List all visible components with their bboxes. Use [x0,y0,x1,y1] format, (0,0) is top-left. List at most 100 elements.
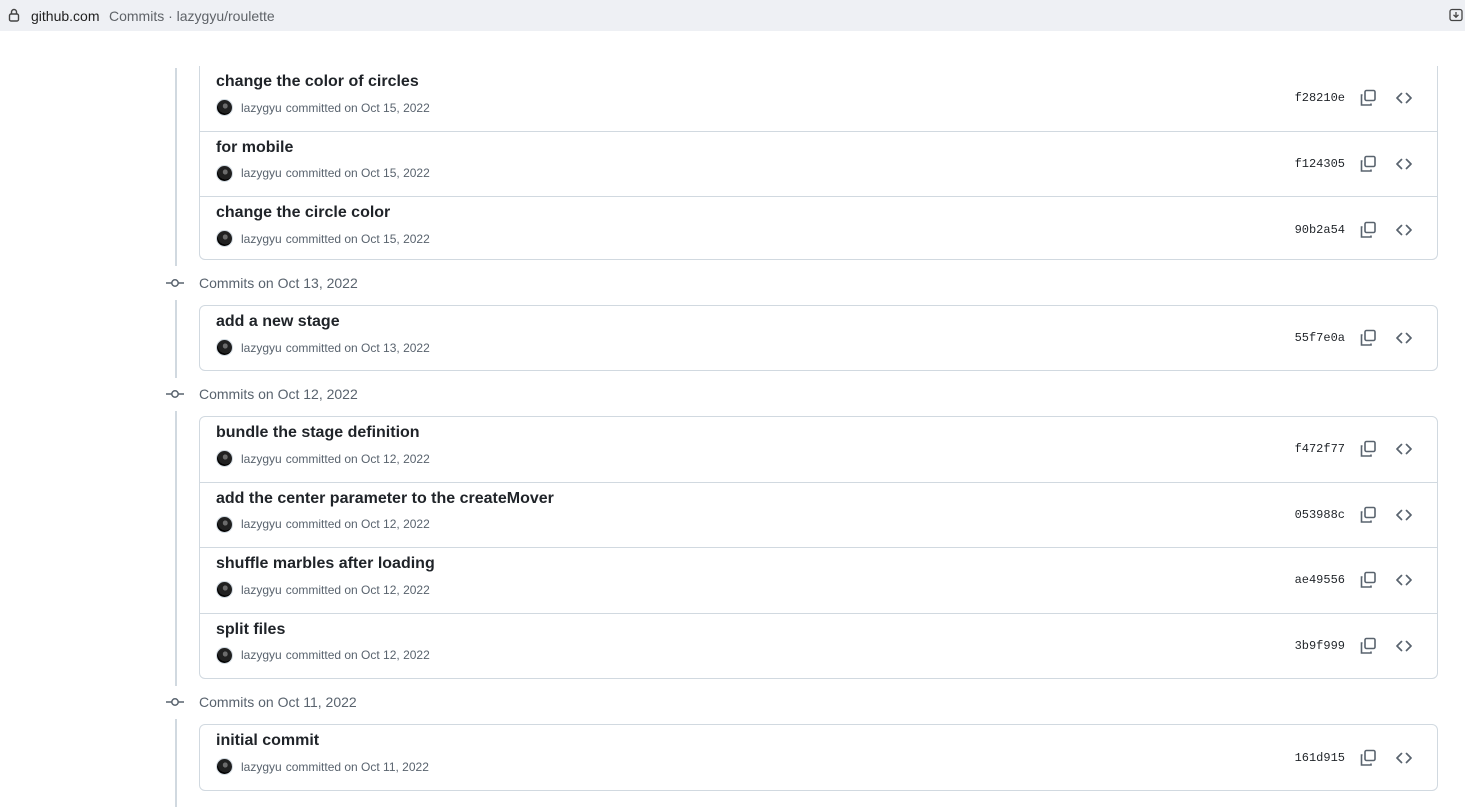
commit-group-title: Commits on Oct 11, 2022 [199,694,357,710]
install-icon[interactable] [1449,8,1463,22]
code-icon[interactable] [1395,89,1413,107]
copy-icon[interactable] [1359,571,1377,589]
avatar[interactable] [216,646,233,664]
commit-actions: 90b2a54 [1295,221,1413,239]
commit-title-link[interactable]: split files [216,621,285,639]
commit-meta: lazygyu committed on Oct 12, 2022 [216,581,430,598]
commit-list: initial commit lazygyu committed on Oct … [199,724,1438,791]
avatar[interactable] [216,515,233,533]
commit-sha-link[interactable]: 3b9f999 [1295,639,1345,653]
commit-date: committed on Oct 12, 2022 [285,648,430,662]
commit-actions: 161d915 [1295,749,1413,767]
author-link[interactable]: lazygyu [241,341,282,355]
timeline-line [175,300,177,378]
avatar[interactable] [216,164,233,182]
commit-actions: f124305 [1295,155,1413,173]
commit-row: add the center parameter to the createMo… [200,483,1437,548]
code-icon[interactable] [1395,440,1413,458]
commit-group-header: Commits on Oct 11, 2022 [166,692,357,712]
avatar[interactable] [216,581,233,598]
commit-actions: 55f7e0a [1295,329,1413,347]
commit-title-link[interactable]: bundle the stage definition [216,424,420,442]
avatar[interactable] [216,339,233,356]
commit-meta: lazygyu committed on Oct 15, 2022 [216,164,430,182]
commit-row: initial commit lazygyu committed on Oct … [200,725,1437,790]
commit-row: for mobile lazygyu committed on Oct 15, … [200,132,1437,197]
commit-title-link[interactable]: change the circle color [216,204,390,222]
commit-meta: lazygyu committed on Oct 15, 2022 [216,230,430,247]
commit-date: committed on Oct 11, 2022 [285,759,429,774]
copy-icon[interactable] [1359,637,1377,655]
commit-title-link[interactable]: add a new stage [216,313,340,331]
browser-address-bar[interactable]: github.com Commits · lazygyu/roulette [0,0,1465,31]
commit-meta: lazygyu committed on Oct 12, 2022 [216,646,430,664]
commit-title-link[interactable]: for mobile [216,139,293,157]
code-icon[interactable] [1395,155,1413,173]
commit-group-title: Commits on Oct 13, 2022 [199,275,358,291]
author-link[interactable]: lazygyu [241,232,282,246]
commit-title-link[interactable]: add the center parameter to the createMo… [216,490,554,508]
commit-actions: f472f77 [1295,440,1413,458]
copy-icon[interactable] [1359,89,1377,107]
commit-date: committed on Oct 15, 2022 [285,100,430,115]
code-icon[interactable] [1395,221,1413,239]
timeline-line [175,68,177,266]
commit-meta: lazygyu committed on Oct 11, 2022 [216,758,429,775]
git-commit-icon [166,390,184,398]
commit-date: committed on Oct 12, 2022 [285,582,430,597]
avatar[interactable] [216,758,233,775]
timeline-line [175,411,177,686]
git-commit-icon [166,698,184,706]
commit-sha-link[interactable]: f472f77 [1295,442,1345,456]
url-page-title[interactable]: Commits · lazygyu/roulette [109,8,275,24]
avatar[interactable] [216,230,233,247]
commit-title-link[interactable]: initial commit [216,732,319,750]
author-link[interactable]: lazygyu [241,101,282,115]
author-link[interactable]: lazygyu [241,760,282,774]
url-domain[interactable]: github.com [31,8,99,24]
commit-row: shuffle marbles after loading lazygyu co… [200,548,1437,614]
code-icon[interactable] [1395,329,1413,347]
author-link[interactable]: lazygyu [241,648,282,662]
commit-title-link[interactable]: change the color of circles [216,73,419,91]
code-icon[interactable] [1395,506,1413,524]
commit-sha-link[interactable]: 90b2a54 [1295,223,1345,237]
commit-group-header: Commits on Oct 13, 2022 [166,273,358,293]
commit-title-link[interactable]: shuffle marbles after loading [216,555,435,573]
copy-icon[interactable] [1359,329,1377,347]
author-link[interactable]: lazygyu [241,452,282,466]
author-link[interactable]: lazygyu [241,583,282,597]
copy-icon[interactable] [1359,506,1377,524]
commit-date: committed on Oct 13, 2022 [285,340,430,355]
copy-icon[interactable] [1359,221,1377,239]
commit-list: add a new stage lazygyu committed on Oct… [199,305,1438,371]
author-link[interactable]: lazygyu [241,166,282,180]
code-icon[interactable] [1395,749,1413,767]
code-icon[interactable] [1395,637,1413,655]
commit-actions: 3b9f999 [1295,637,1413,655]
copy-icon[interactable] [1359,440,1377,458]
avatar[interactable] [216,450,233,467]
commit-meta: lazygyu committed on Oct 12, 2022 [216,450,430,467]
commit-meta: lazygyu committed on Oct 13, 2022 [216,339,430,356]
commit-row: change the color of circles lazygyu comm… [200,66,1437,132]
commit-row: bundle the stage definition lazygyu comm… [200,417,1437,483]
commit-sha-link[interactable]: 161d915 [1295,751,1345,765]
commit-sha-link[interactable]: 053988c [1295,508,1345,522]
copy-icon[interactable] [1359,155,1377,173]
commit-date: committed on Oct 15, 2022 [285,166,430,180]
commit-row: split files lazygyu committed on Oct 12,… [200,614,1437,680]
avatar[interactable] [216,99,233,116]
commit-sha-link[interactable]: f124305 [1295,157,1345,171]
commit-group-title: Commits on Oct 12, 2022 [199,386,358,402]
commit-sha-link[interactable]: ae49556 [1295,573,1345,587]
commit-sha-link[interactable]: f28210e [1295,91,1345,105]
code-icon[interactable] [1395,571,1413,589]
commit-list: change the color of circles lazygyu comm… [199,66,1438,260]
commit-row: change the circle color lazygyu committe… [200,197,1437,263]
commit-date: committed on Oct 12, 2022 [285,517,430,531]
commit-sha-link[interactable]: 55f7e0a [1295,331,1345,345]
copy-icon[interactable] [1359,749,1377,767]
commit-actions: f28210e [1295,89,1413,107]
author-link[interactable]: lazygyu [241,517,282,531]
